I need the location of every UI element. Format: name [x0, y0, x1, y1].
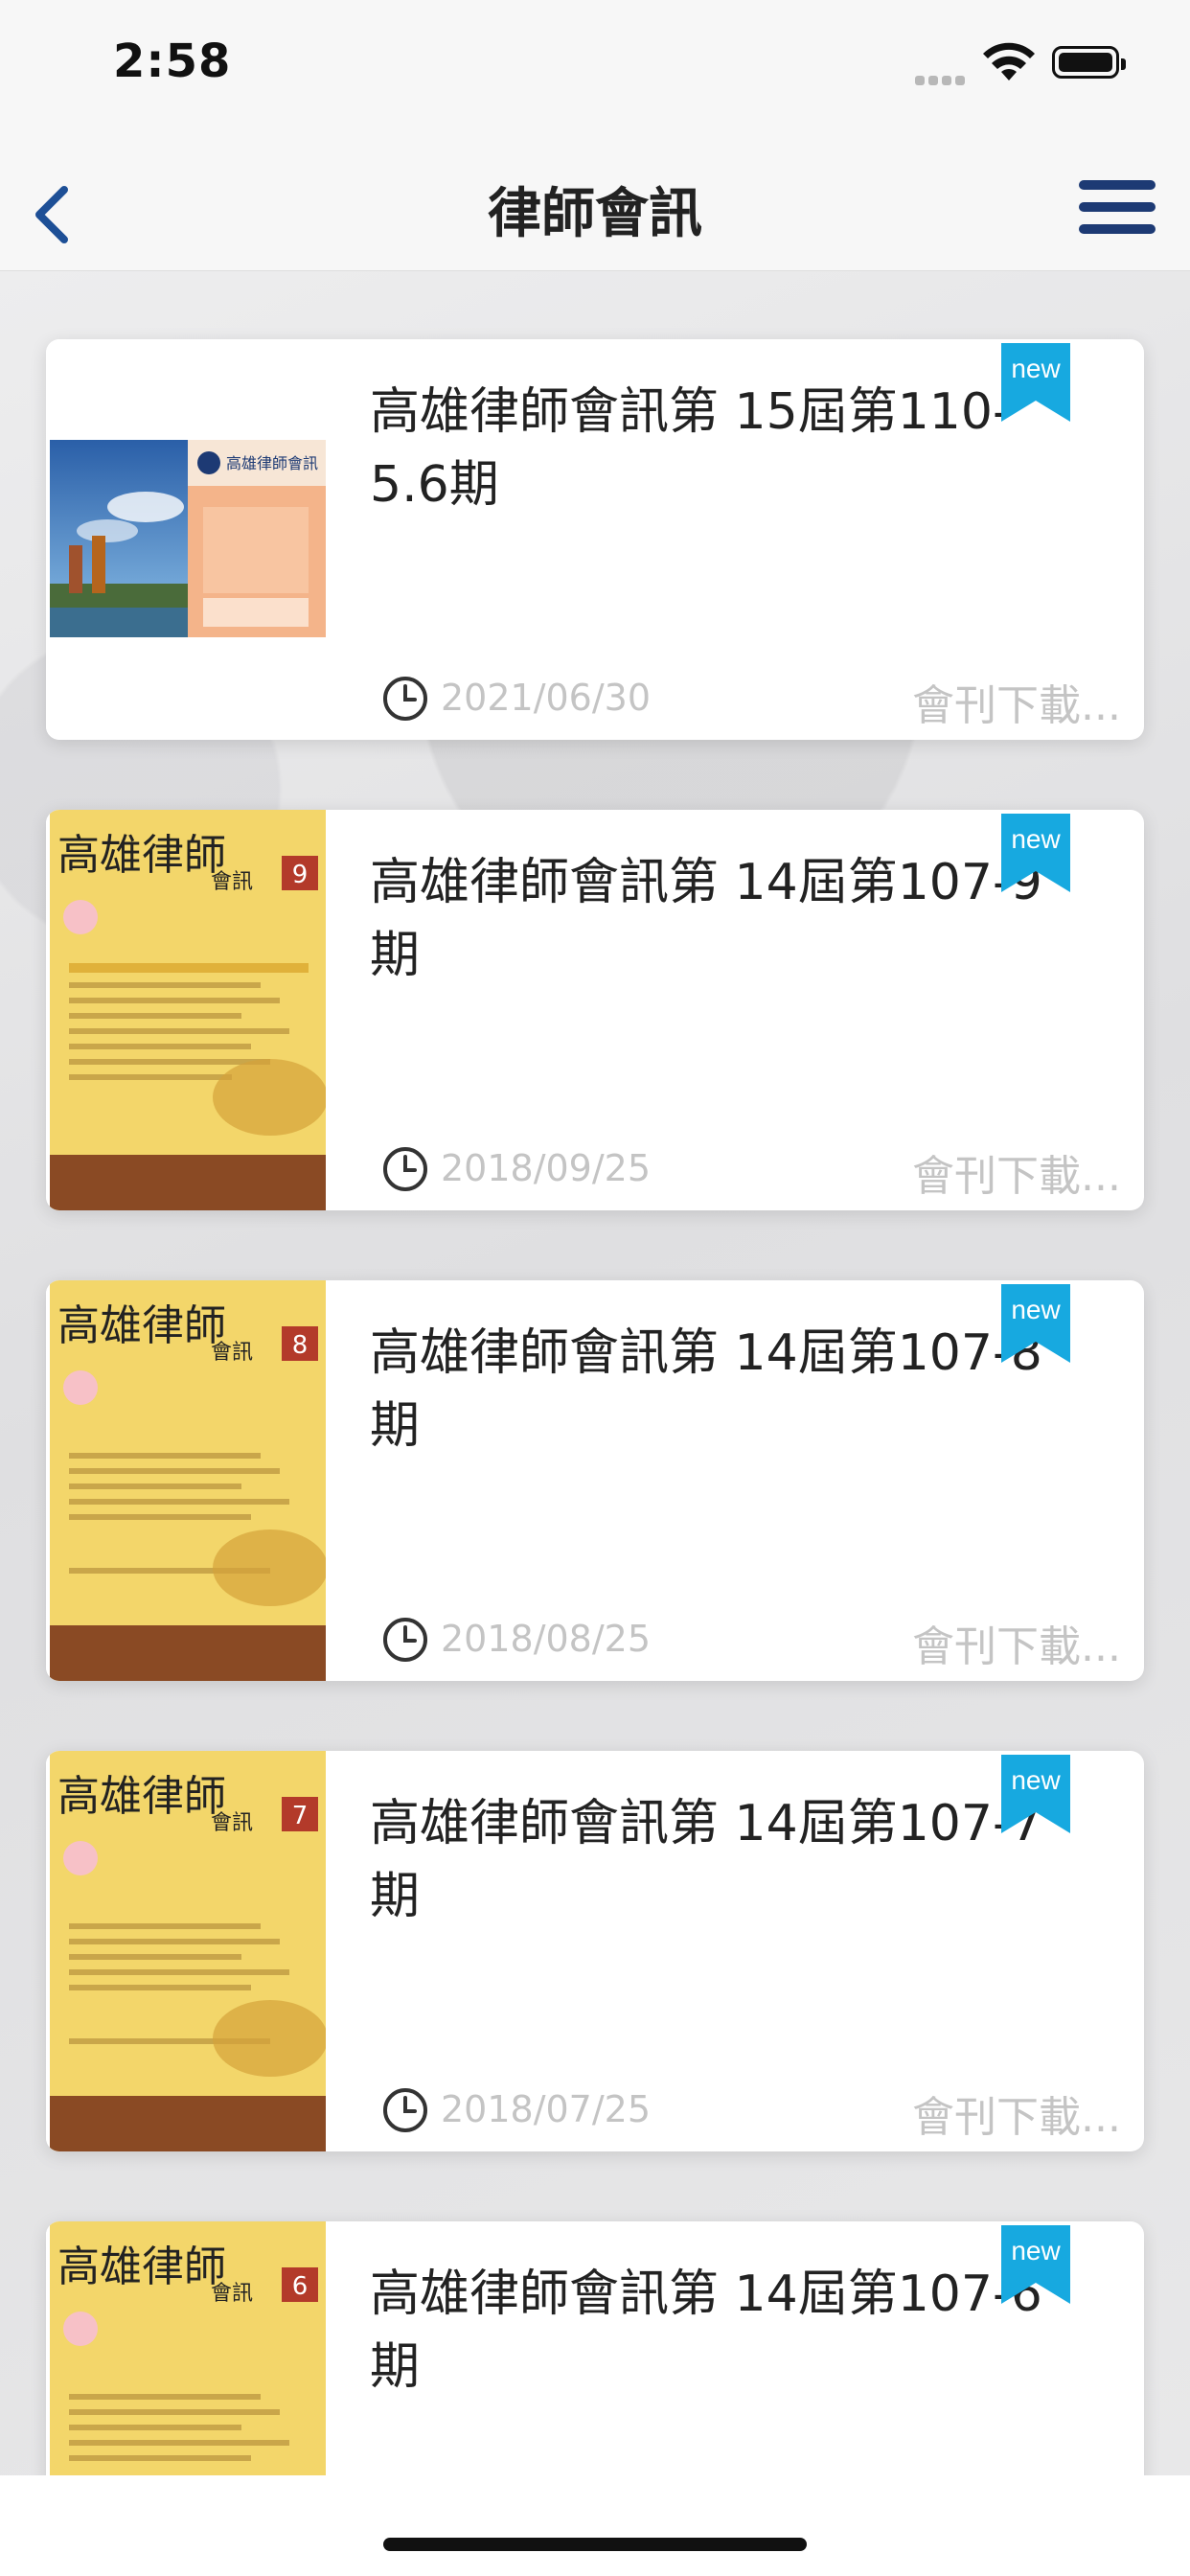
svg-text:高雄律師: 高雄律師: [57, 1301, 226, 1350]
cover-thumbnail: 高雄律師 會訊 6: [46, 2221, 330, 2475]
svg-text:8: 8: [292, 1331, 309, 1360]
svg-text:會訊: 會訊: [211, 1811, 253, 1835]
newsletter-list: 高雄律師會訊 高雄律師會訊第 15屆第110-5.6期 new 2021/06/…: [0, 271, 1190, 2475]
svg-text:new: new: [1011, 2236, 1061, 2266]
cellular-signal-icon: [915, 71, 971, 85]
svg-text:高雄律師: 高雄律師: [57, 831, 226, 880]
battery-icon: [1052, 46, 1126, 79]
item-title: 高雄律師會訊第 14屆第107-8 期: [370, 1324, 1042, 1455]
new-badge-icon: new: [1001, 2225, 1070, 2304]
cover-thumbnail: 高雄律師 會訊 8: [46, 1280, 330, 1681]
new-badge-icon: new: [1001, 1284, 1070, 1363]
page-title: 律師會訊: [488, 183, 702, 245]
svg-text:6: 6: [292, 2272, 309, 2301]
item-date: 2018/07/25: [441, 2088, 652, 2130]
list-item[interactable]: 高雄律師 會訊 7 高雄律師會訊第 14屆第107-7 期 new 2018/0…: [46, 1751, 1144, 2151]
svg-text:new: new: [1011, 1295, 1061, 1324]
bottom-safe-area: [0, 2475, 1190, 2576]
download-link[interactable]: 會刊下載...: [912, 1612, 1121, 1673]
item-title: 高雄律師會訊第 14屆第107-7 期: [370, 1795, 1042, 1925]
item-title: 高雄律師會訊第 14屆第107-6 期: [370, 2266, 1042, 2396]
menu-line: [1079, 202, 1156, 212]
item-date: 2018/09/25: [441, 1147, 652, 1189]
list-item[interactable]: 高雄律師 會訊 6 高雄律師會訊第 14屆第107-6 期 new: [46, 2221, 1144, 2475]
cover-thumbnail: 高雄律師 會訊 9: [46, 810, 330, 1210]
svg-text:會訊: 會訊: [211, 870, 253, 894]
clock-icon: [383, 2088, 427, 2132]
menu-line: [1079, 180, 1156, 190]
download-link[interactable]: 會刊下載...: [912, 671, 1121, 732]
list-item[interactable]: 高雄律師 會訊 9 高雄律師會訊第 14屆第107-9 期 new 2018/0…: [46, 810, 1144, 1210]
svg-text:高雄律師: 高雄律師: [57, 1772, 226, 1821]
svg-text:9: 9: [292, 861, 309, 889]
svg-text:new: new: [1011, 824, 1061, 854]
new-badge-icon: new: [1001, 814, 1070, 892]
item-title: 高雄律師會訊第 14屆第107-9 期: [370, 854, 1042, 984]
svg-text:new: new: [1011, 354, 1061, 383]
wifi-icon: [982, 42, 1036, 86]
svg-text:會訊: 會訊: [211, 1341, 253, 1365]
cover-thumbnail: 高雄律師 會訊 7: [46, 1751, 330, 2151]
clock-icon: [383, 1147, 427, 1191]
navigation-bar: 律師會訊: [0, 134, 1190, 271]
download-link[interactable]: 會刊下載...: [912, 1141, 1121, 1203]
status-time: 2:58: [113, 34, 232, 88]
list-item[interactable]: 高雄律師 會訊 8 高雄律師會訊第 14屆第107-8 期 new 2018/0…: [46, 1280, 1144, 1681]
new-badge-icon: new: [1001, 1755, 1070, 1833]
item-date: 2018/08/25: [441, 1618, 652, 1660]
svg-text:會訊: 會訊: [211, 2282, 253, 2306]
status-bar: 2:58: [0, 0, 1190, 134]
svg-text:7: 7: [292, 1802, 309, 1830]
hamburger-menu-button[interactable]: [1079, 180, 1161, 247]
cover-header-text: 高雄律師會訊: [226, 454, 318, 472]
item-date: 2021/06/30: [441, 677, 652, 719]
list-item[interactable]: 高雄律師會訊 高雄律師會訊第 15屆第110-5.6期 new 2021/06/…: [46, 339, 1144, 740]
new-badge-icon: new: [1001, 343, 1070, 422]
clock-icon: [383, 1618, 427, 1662]
menu-line: [1079, 224, 1156, 234]
svg-text:new: new: [1011, 1765, 1061, 1795]
svg-text:高雄律師: 高雄律師: [57, 2242, 226, 2291]
home-indicator[interactable]: [383, 2538, 807, 2551]
cover-thumbnail: 高雄律師會訊: [46, 339, 330, 740]
download-link[interactable]: 會刊下載...: [912, 2082, 1121, 2144]
item-title: 高雄律師會訊第 15屆第110-5.6期: [370, 383, 1011, 514]
clock-icon: [383, 677, 427, 721]
